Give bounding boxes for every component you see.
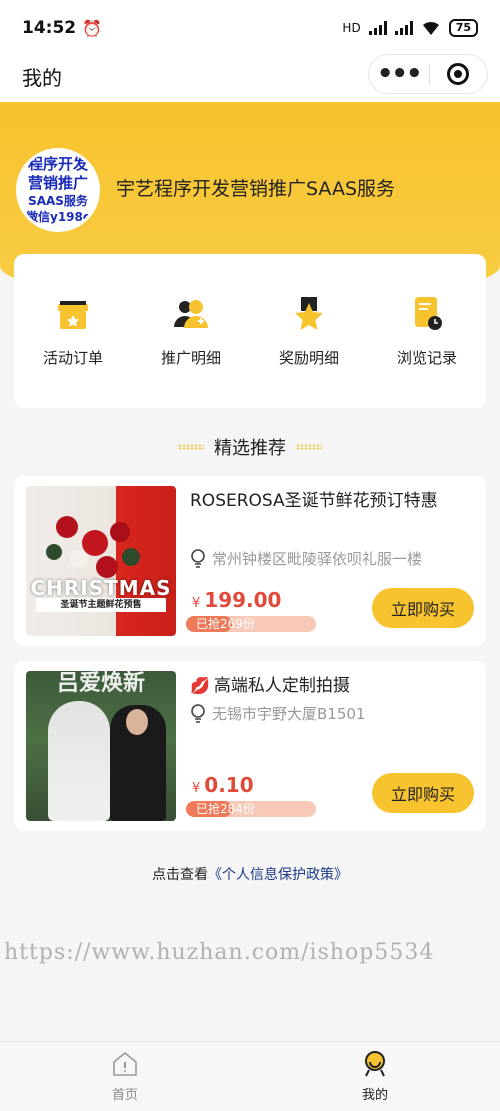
status-time: 14:52 (22, 18, 77, 38)
sold-progress-bar: 已抢269份 (186, 616, 316, 632)
section-title-text: 精选推荐 (214, 438, 286, 459)
alarm-icon: ⏰ (82, 18, 103, 38)
user-name: 宇艺程序开发营销推广SAAS服务 (116, 178, 395, 200)
groom-face (126, 709, 148, 735)
page-title: 我的 (22, 65, 62, 90)
tab-label: 我的 (361, 1088, 388, 1103)
battery-level: 75 (448, 19, 478, 37)
menu-item-activity-orders[interactable]: 活动订单 (14, 295, 132, 368)
product-price: ¥0.10 (192, 773, 254, 797)
privacy-notice: 点击查看《个人信息保护政策》 (0, 864, 500, 884)
menu-label: 推广明细 (160, 348, 221, 367)
location-bulb-icon (191, 703, 205, 723)
signal-icon (368, 21, 387, 35)
avatar[interactable]: 程序开发 营销推广 SAAS服务 微信y198c (16, 148, 100, 232)
wifi-icon (422, 21, 439, 35)
bride-figure (48, 701, 110, 821)
star-badge-icon (295, 296, 323, 330)
sold-count: 已抢269份 (196, 617, 255, 631)
sold-progress-bar: 已抢284份 (186, 801, 316, 817)
status-indicators: HD 75 (342, 19, 478, 37)
location-text: 常州钟楼区毗陵驿依呗礼服一楼 (212, 550, 423, 568)
tab-bar: 首页 我的 (0, 1041, 500, 1111)
section-title: 精选推荐 (0, 434, 500, 460)
price-value: 0.10 (204, 773, 254, 797)
menu-card: 活动订单 推广明细 奖励明细 浏览记录 (14, 254, 486, 408)
price-value: 199.00 (204, 588, 282, 612)
tab-home[interactable]: 首页 (0, 1042, 250, 1111)
lips-icon: 💋 (190, 676, 210, 695)
menu-label: 浏览记录 (396, 348, 457, 367)
location-text: 无锡市宇野大厦B1501 (212, 705, 366, 723)
privacy-policy-link[interactable]: 《个人信息保护政策》 (208, 867, 348, 883)
avatar-text-line: SAAS服务 (28, 194, 88, 208)
privacy-prefix: 点击查看 (152, 867, 208, 883)
gift-icon (58, 300, 88, 329)
product-image[interactable]: CHRISTMAS 圣诞节主题鲜花预售 (26, 486, 176, 636)
watermark-text: https://www.huzhan.com/ishop5534 (4, 940, 435, 965)
menu-label: 活动订单 (42, 348, 103, 367)
image-subtitle: 圣诞节主题鲜花预售 (36, 598, 166, 612)
status-bar: 14:52 ⏰ HD 75 (0, 0, 500, 56)
tab-label: 首页 (111, 1088, 138, 1103)
product-location: 无锡市宇野大厦B1501 (190, 703, 365, 724)
avatar-text-line: 营销推广 (27, 174, 88, 192)
history-doc-icon (415, 296, 442, 330)
profile-icon (365, 1051, 385, 1077)
close-target-button[interactable] (429, 63, 487, 85)
product-card[interactable]: CHRISTMAS 圣诞节主题鲜花预售 ROSEROSA圣诞节鲜花预订特惠 常州… (14, 476, 486, 646)
home-icon (113, 1051, 137, 1076)
more-icon[interactable]: ••• (369, 61, 429, 87)
decor-dots (296, 444, 322, 450)
tab-profile[interactable]: 我的 (250, 1042, 500, 1111)
product-title: ROSEROSA圣诞节鲜花预订特惠 (190, 491, 438, 511)
users-plus-icon (174, 299, 208, 328)
product-title: 💋 高端私人定制拍摄 (190, 673, 470, 699)
menu-item-reward-details[interactable]: 奖励明细 (250, 295, 368, 368)
avatar-text-line: 程序开发 (27, 155, 88, 173)
menu-item-browse-history[interactable]: 浏览记录 (368, 295, 486, 368)
product-price: ¥199.00 (192, 588, 281, 612)
hd-label: HD (342, 21, 361, 35)
menu-label: 奖励明细 (278, 348, 339, 367)
product-card[interactable]: 吕爱焕新 💋 高端私人定制拍摄 无锡市宇野大厦B1501 ¥0.10 已抢284份… (14, 661, 486, 831)
mini-program-capsule: ••• (368, 54, 488, 94)
decor-dots (178, 444, 204, 450)
buy-now-button[interactable]: 立即购买 (372, 773, 474, 813)
product-location: 常州钟楼区毗陵驿依呗礼服一楼 (190, 548, 422, 569)
menu-item-promotion-details[interactable]: 推广明细 (132, 295, 250, 368)
signal-2-icon (394, 21, 413, 35)
product-image[interactable]: 吕爱焕新 (26, 671, 176, 821)
sold-count: 已抢284份 (196, 802, 255, 816)
nav-bar: 我的 ••• (0, 50, 500, 102)
product-title-text: 高端私人定制拍摄 (213, 676, 350, 696)
buy-now-button[interactable]: 立即购买 (372, 588, 474, 628)
target-icon (447, 63, 470, 85)
currency-symbol: ¥ (192, 596, 201, 611)
avatar-text-line: 微信y198c (26, 210, 90, 224)
image-banner: CHRISTMAS (30, 576, 172, 600)
image-banner: 吕爱焕新 (56, 671, 145, 696)
location-bulb-icon (191, 548, 205, 568)
currency-symbol: ¥ (192, 781, 201, 796)
